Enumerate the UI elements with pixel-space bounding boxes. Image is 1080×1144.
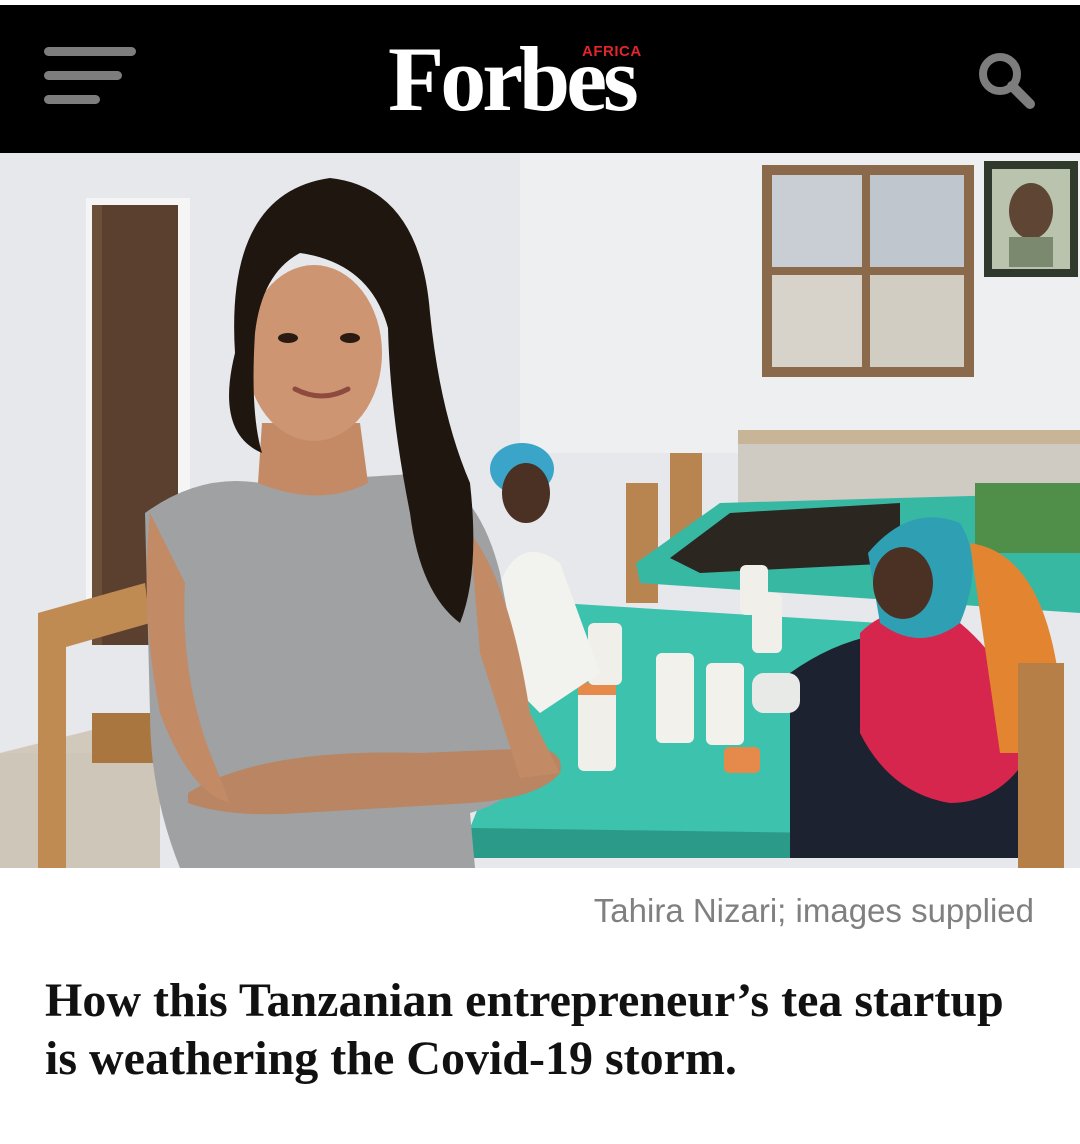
- image-caption: Tahira Nizari; images supplied: [593, 892, 1034, 929]
- site-header: Forbes AFRICA: [0, 5, 1080, 153]
- article-headline[interactable]: How this Tanzanian entrepreneur’s tea st…: [45, 972, 1045, 1088]
- hamburger-menu-icon[interactable]: [44, 47, 136, 109]
- forbes-africa-logo[interactable]: Forbes AFRICA: [388, 29, 698, 129]
- article-hero-image[interactable]: [0, 153, 1080, 868]
- search-icon[interactable]: [974, 48, 1038, 112]
- logo-region: AFRICA: [582, 43, 642, 60]
